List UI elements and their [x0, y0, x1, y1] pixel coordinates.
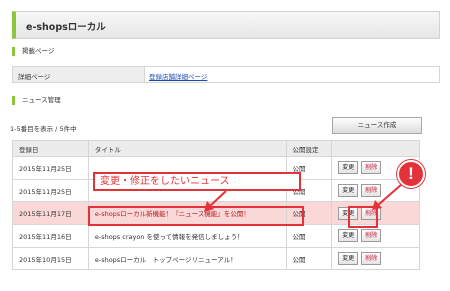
- row-date: 2015年11月17日: [12, 201, 89, 226]
- row-date: 2015年10月15日: [12, 246, 89, 271]
- delete-button[interactable]: 削除: [361, 252, 382, 266]
- edit-button[interactable]: 変更: [338, 229, 359, 243]
- row-title: e-shopsローカル トップページリニューアル！: [87, 246, 287, 271]
- column-header-status: 公開設定: [285, 140, 333, 157]
- row-date: 2015年11月25日: [12, 156, 89, 180]
- table-row: 2015年10月15日 e-shopsローカル トップページリニューアル！ 公開…: [12, 246, 420, 271]
- column-header-actions: [331, 140, 420, 157]
- pagination-count: 1-5番目を表示 / 5件中: [10, 125, 77, 133]
- delete-button[interactable]: 削除: [361, 161, 382, 175]
- row-status: 公開: [285, 224, 333, 248]
- news-section-label: ニュース管理: [12, 96, 61, 105]
- row-date: 2015年11月25日: [12, 178, 89, 203]
- delete-button[interactable]: 削除: [361, 184, 382, 198]
- annotation-callout: 変更・修正をしたいニュース: [93, 172, 301, 191]
- row-title: e-shops crayon を使って情報を発信しましょう！: [87, 224, 287, 248]
- exclamation-icon: !: [397, 160, 425, 188]
- page-header: e-shopsローカル: [12, 11, 440, 39]
- news-table-header: 登録日 タイトル 公開設定: [12, 140, 420, 157]
- listing-section-label: 掲載ページ: [12, 47, 54, 56]
- listing-row-label: 詳細ページ: [13, 67, 145, 82]
- column-header-title: タイトル: [87, 140, 287, 157]
- row-date: 2015年11月16日: [12, 224, 89, 248]
- edit-button[interactable]: 変更: [338, 161, 359, 175]
- store-detail-link[interactable]: 登録店舗詳細ページ: [149, 71, 207, 81]
- row-status: 公開: [285, 246, 333, 271]
- edit-button[interactable]: 変更: [338, 252, 359, 266]
- column-header-date: 登録日: [12, 140, 89, 157]
- edit-button[interactable]: 変更: [338, 184, 359, 198]
- page-title: e-shopsローカル: [26, 22, 106, 33]
- highlight-edit-button-box: [348, 206, 378, 228]
- listing-table: 詳細ページ 登録店舗詳細ページ: [12, 66, 440, 83]
- row-actions: 変更 削除: [331, 246, 420, 271]
- highlight-title-box: [88, 206, 304, 226]
- create-news-button[interactable]: ニュース作成: [332, 117, 422, 134]
- delete-button[interactable]: 削除: [361, 229, 382, 243]
